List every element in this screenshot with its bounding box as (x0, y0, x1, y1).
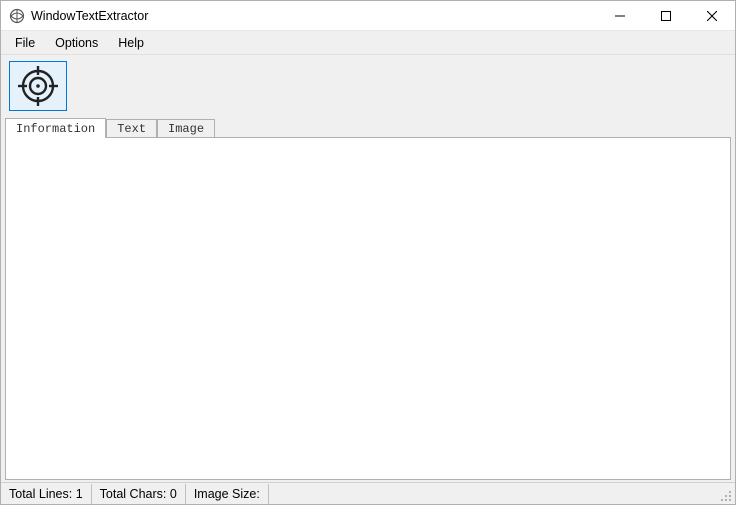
status-total-chars-label: Total Chars: (100, 487, 167, 501)
title-bar: WindowTextExtractor (1, 1, 735, 31)
status-total-lines-label: Total Lines: (9, 487, 72, 501)
target-picker-button[interactable] (9, 61, 67, 111)
resize-grip-icon[interactable] (717, 487, 733, 503)
tab-strip: Information Text Image (1, 117, 735, 137)
status-bar: Total Lines: 1 Total Chars: 0 Image Size… (1, 482, 735, 504)
toolbar (1, 55, 735, 117)
status-total-lines-value: 1 (76, 487, 83, 501)
minimize-button[interactable] (597, 1, 643, 31)
status-total-lines: Total Lines: 1 (7, 484, 92, 504)
menu-file[interactable]: File (5, 31, 45, 54)
tab-image[interactable]: Image (157, 119, 215, 137)
content-wrap (1, 137, 735, 482)
status-total-chars: Total Chars: 0 (98, 484, 186, 504)
status-image-size: Image Size: (192, 484, 269, 504)
tab-information[interactable]: Information (5, 118, 106, 138)
status-total-chars-value: 0 (170, 487, 177, 501)
content-panel (5, 137, 731, 480)
maximize-button[interactable] (643, 1, 689, 31)
window-title: WindowTextExtractor (31, 9, 148, 23)
tab-text[interactable]: Text (106, 119, 157, 137)
crosshair-icon (18, 66, 58, 106)
status-image-size-label: Image Size: (194, 487, 260, 501)
menu-bar: File Options Help (1, 31, 735, 55)
app-icon (9, 8, 25, 24)
close-button[interactable] (689, 1, 735, 31)
menu-help[interactable]: Help (108, 31, 154, 54)
menu-options[interactable]: Options (45, 31, 108, 54)
